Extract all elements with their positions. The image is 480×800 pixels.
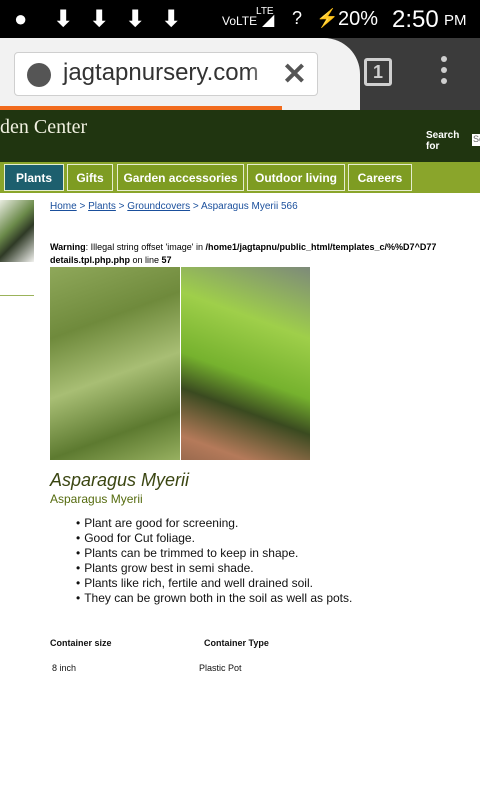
url-fade	[249, 53, 273, 95]
status-bar: ● ⬇ ⬇ ⬇ ⬇ VoLTE LTE ◢ ? ⚡ 20% 2:50 PM	[0, 0, 480, 38]
nav-item-garden-accessories[interactable]: Garden accessories	[117, 164, 244, 191]
container-size-value: 8 inch	[52, 663, 77, 673]
download-icon: ⬇	[90, 6, 109, 31]
site-title: den Center	[0, 116, 88, 138]
warning-line-number: 57	[161, 255, 172, 265]
warning-line-text: on line	[130, 255, 162, 265]
list-item: Plants grow best in semi shade.	[76, 561, 352, 576]
breadcrumb-separator: >	[115, 201, 128, 212]
clock-time: 2:50	[392, 6, 439, 33]
search-input[interactable]: Se	[472, 134, 480, 146]
battery-charging-icon: ⚡	[316, 8, 339, 28]
clock-ampm: PM	[444, 12, 467, 29]
notification-icon: ●	[14, 6, 28, 31]
warning-path: /home1/jagtapnu/public_html/templates_c/…	[205, 242, 437, 252]
battery-percent: 20%	[338, 8, 379, 30]
list-item: Plants like rich, fertile and well drain…	[76, 576, 352, 591]
site-header: den Center Search for Se	[0, 110, 480, 162]
sidebar-thumbnail[interactable]	[0, 200, 34, 262]
breadcrumb-plants[interactable]: Plants	[88, 201, 116, 212]
url-text: jagtapnursery.com	[63, 59, 259, 86]
sidebar-divider	[0, 295, 34, 296]
container-type-header: Container Type	[204, 638, 269, 648]
globe-icon	[27, 63, 51, 87]
breadcrumb-home[interactable]: Home	[50, 201, 77, 212]
overflow-menu-icon[interactable]	[438, 56, 450, 89]
tab-switcher-button[interactable]: 1	[364, 58, 392, 86]
main-nav: Plants Gifts Garden accessories Outdoor …	[0, 162, 480, 193]
breadcrumb-groundcovers[interactable]: Groundcovers	[127, 201, 190, 212]
volte-label: VoLTE	[222, 14, 258, 28]
breadcrumb-separator: >	[76, 201, 89, 212]
download-icon: ⬇	[126, 6, 145, 31]
product-photo[interactable]	[181, 267, 310, 460]
list-item: Good for Cut foliage.	[76, 531, 352, 546]
list-item: They can be grown both in the soil as we…	[76, 591, 352, 606]
container-type-value: Plastic Pot	[199, 663, 242, 673]
product-title: Asparagus Myerii	[50, 470, 190, 490]
nav-item-careers[interactable]: Careers	[348, 164, 412, 191]
warning-file: details.tpl.php.php	[50, 255, 130, 265]
warning-label: Warning	[50, 242, 86, 252]
list-item: Plants can be trimmed to keep in shape.	[76, 546, 352, 561]
feature-list: Plant are good for screening. Good for C…	[76, 516, 352, 606]
product-photos	[50, 267, 310, 460]
close-icon[interactable]: ✕	[282, 57, 307, 92]
download-icon: ⬇	[54, 6, 73, 31]
breadcrumb-current: > Asparagus Myerii 566	[190, 201, 298, 212]
product-photo[interactable]	[50, 267, 180, 460]
search-label: Search for	[426, 130, 460, 152]
nav-item-gifts[interactable]: Gifts	[67, 164, 113, 191]
list-item: Plant are good for screening.	[76, 516, 352, 531]
signal-icon: ◢	[262, 12, 275, 29]
download-icon: ⬇	[162, 6, 181, 31]
wifi-unknown-icon: ?	[292, 8, 303, 28]
php-warning: Warning: Illegal string offset 'image' i…	[50, 241, 480, 267]
browser-toolbar: jagtapnursery.com ✕ 1	[0, 38, 480, 110]
warning-message: : Illegal string offset 'image' in	[85, 242, 206, 252]
product-subtitle: Asparagus Myerii	[50, 492, 143, 506]
nav-item-outdoor-living[interactable]: Outdoor living	[247, 164, 345, 191]
container-size-header: Container size	[50, 638, 112, 648]
nav-item-plants[interactable]: Plants	[4, 164, 64, 191]
breadcrumb: Home > Plants > Groundcovers > Asparagus…	[50, 201, 298, 212]
url-field[interactable]: jagtapnursery.com ✕	[14, 52, 318, 96]
